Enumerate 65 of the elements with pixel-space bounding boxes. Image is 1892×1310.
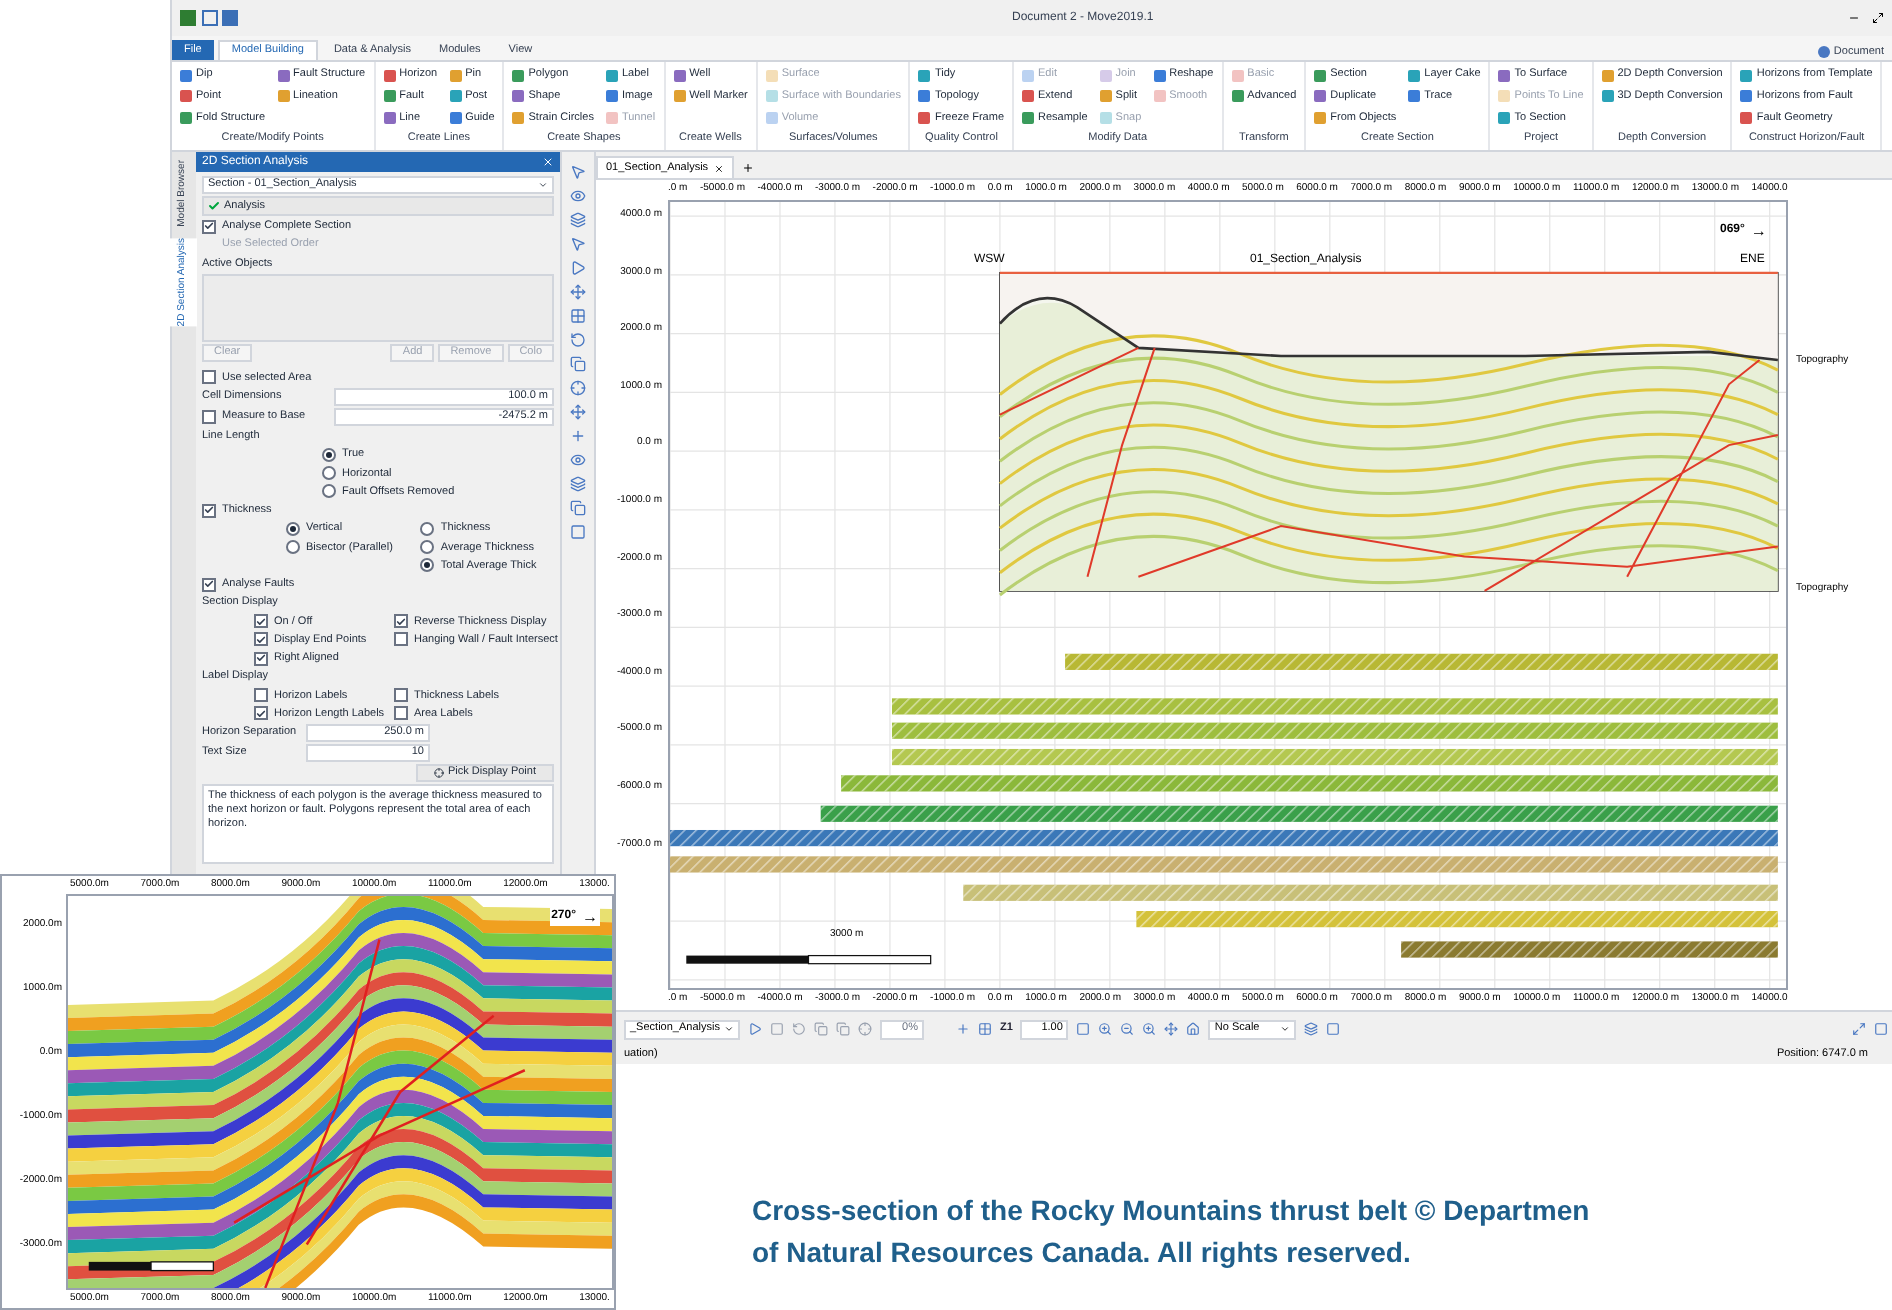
checkbox[interactable]: [254, 688, 268, 703]
tool-icon[interactable]: [770, 1022, 784, 1036]
checkbox[interactable]: [254, 651, 268, 666]
minimize-icon[interactable]: [1848, 12, 1860, 24]
tool-icon[interactable]: [570, 380, 586, 396]
radio-button[interactable]: [286, 540, 300, 555]
checkbox[interactable]: [394, 614, 408, 629]
tool-icon[interactable]: [570, 308, 586, 324]
tool-icon[interactable]: [858, 1022, 872, 1036]
grid-icon[interactable]: [978, 1022, 992, 1036]
check-icon: [256, 707, 266, 720]
tool-icon[interactable]: [570, 476, 586, 492]
frame-icon[interactable]: [1326, 1022, 1341, 1036]
maximize-icon[interactable]: [1852, 1022, 1866, 1036]
caret-icon: [724, 1024, 734, 1034]
user-icon: [1817, 45, 1830, 58]
crosshair-icon: [433, 768, 444, 778]
checkbox[interactable]: [394, 632, 408, 647]
play-icon[interactable]: [748, 1022, 762, 1036]
new-tab-icon[interactable]: [742, 162, 755, 174]
tool-icon[interactable]: [570, 452, 586, 468]
checkbox[interactable]: [202, 577, 216, 592]
tool-icon[interactable]: [570, 500, 586, 516]
tool-icon[interactable]: [792, 1022, 806, 1036]
check-icon: [204, 578, 214, 591]
tool-icon[interactable]: [814, 1022, 828, 1036]
layers-icon[interactable]: [1304, 1022, 1319, 1036]
radio-button[interactable]: [322, 466, 336, 481]
tool-icon[interactable]: [836, 1022, 850, 1036]
checkbox[interactable]: [202, 219, 216, 234]
tool-icon[interactable]: [570, 188, 586, 204]
tool-icon[interactable]: [570, 404, 586, 420]
caret-icon: [1280, 1024, 1291, 1034]
checkbox[interactable]: [254, 632, 268, 647]
checkbox[interactable]: [394, 706, 408, 721]
radio-button[interactable]: [420, 558, 435, 573]
arrow-icon: →: [582, 909, 598, 925]
app-logo-icon: [180, 10, 196, 26]
caret-icon: [538, 180, 548, 190]
tool-icon[interactable]: [570, 356, 586, 372]
checkbox[interactable]: [202, 410, 216, 424]
tool-icon[interactable]: [570, 524, 586, 540]
radio-button[interactable]: [420, 521, 435, 536]
checkbox[interactable]: [254, 614, 268, 629]
radio-button[interactable]: [420, 540, 435, 555]
checkbox[interactable]: [202, 503, 216, 518]
radio-button[interactable]: [286, 521, 300, 536]
tool-icon[interactable]: [570, 428, 586, 444]
tool-icon[interactable]: [570, 164, 586, 180]
window-icon[interactable]: [1874, 1022, 1888, 1036]
radio-button[interactable]: [322, 447, 336, 462]
save-icon[interactable]: [202, 10, 218, 26]
checkbox[interactable]: [394, 688, 408, 703]
checkbox[interactable]: [202, 370, 216, 385]
tool-icon[interactable]: [570, 332, 586, 348]
tool-icon[interactable]: [570, 284, 586, 300]
checkbox[interactable]: [254, 706, 268, 721]
caption-text: of Natural Resources Canada. All rights reserved.: [752, 1234, 1413, 1272]
check-icon: [396, 615, 406, 628]
tool-icon[interactable]: [570, 212, 586, 228]
check-icon: [204, 504, 214, 517]
radio-button[interactable]: [322, 484, 336, 499]
caption-text: Cross-section of the Rocky Mountains thrust belt © Departmen: [752, 1192, 1590, 1230]
arrow-icon: →: [1750, 223, 1767, 239]
add-icon[interactable]: [956, 1022, 970, 1036]
